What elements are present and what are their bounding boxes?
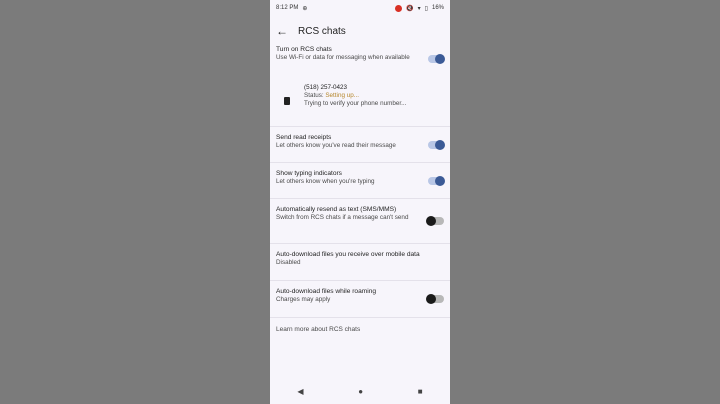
nav-recents-icon[interactable]: ■ — [418, 387, 423, 396]
rcs-toggle-row[interactable]: Turn on RCS chats Use Wi-Fi or data for … — [270, 46, 450, 78]
rcs-title: Turn on RCS chats — [276, 46, 332, 53]
typing-switch[interactable] — [428, 176, 445, 186]
phone-number-row: (518) 257-0423 Status: Setting up... Try… — [270, 84, 450, 126]
auto-download-roaming-row[interactable]: Auto-download files while roaming Charge… — [270, 281, 450, 317]
status-value: Setting up... — [325, 92, 359, 99]
learn-more-link[interactable]: Learn more — [276, 326, 309, 333]
rcs-subtitle: Use Wi-Fi or data for messaging when ava… — [276, 54, 410, 61]
status-label: Status: — [304, 92, 324, 99]
read-receipts-row[interactable]: Send read receipts Let others know you'v… — [270, 127, 450, 162]
battery-icon: ▯ — [424, 5, 428, 12]
recording-icon — [395, 4, 403, 12]
auto-download-mobile-row[interactable]: Auto-download files you receive over mob… — [270, 244, 450, 280]
resend-title: Automatically resend as text (SMS/MMS) — [276, 206, 397, 213]
page-title: RCS chats — [298, 25, 346, 37]
auto-download-mobile-title: Auto-download files you receive over mob… — [276, 251, 420, 258]
app-bar: ← RCS chats — [270, 16, 450, 46]
roaming-title: Auto-download files while roaming — [276, 288, 377, 295]
wifi-icon: ▾ — [417, 5, 421, 12]
sim-card-icon — [284, 97, 290, 105]
roaming-switch[interactable] — [426, 294, 444, 304]
resend-subtitle: Switch from RCS chats if a message can't… — [276, 214, 409, 221]
resend-switch[interactable] — [426, 216, 444, 226]
phone-screen: 8:12 PM ⊕ 🔇 ▾ ▯ 16% ← RCS chats Turn on … — [270, 0, 450, 404]
rcs-switch[interactable] — [428, 54, 445, 64]
verify-note: Trying to verify your phone number... — [304, 100, 407, 107]
roaming-subtitle: Charges may apply — [276, 296, 331, 303]
status-time: 8:12 PM — [276, 5, 299, 11]
read-receipts-switch[interactable] — [428, 140, 445, 150]
system-nav-bar: ◀ ● ■ — [270, 378, 450, 404]
typing-title: Show typing indicators — [276, 170, 342, 177]
learn-more-text: about RCS chats — [311, 326, 361, 333]
status-bar: 8:12 PM ⊕ 🔇 ▾ ▯ 16% — [270, 0, 450, 16]
typing-indicators-row[interactable]: Show typing indicators Let others know w… — [270, 163, 450, 198]
location-icon: ⊕ — [302, 5, 308, 12]
typing-subtitle: Let others know when you're typing — [276, 178, 375, 185]
mute-icon: 🔇 — [406, 5, 414, 12]
auto-resend-row[interactable]: Automatically resend as text (SMS/MMS) S… — [270, 199, 450, 243]
nav-back-icon[interactable]: ◀ — [297, 387, 303, 396]
battery-percent: 16% — [431, 5, 444, 11]
nav-home-icon[interactable]: ● — [358, 387, 363, 396]
auto-download-mobile-subtitle: Disabled — [276, 259, 301, 266]
read-receipts-subtitle: Let others know you've read their messag… — [276, 142, 396, 149]
back-arrow-icon[interactable]: ← — [276, 24, 288, 38]
learn-more-row: Learn more about RCS chats — [270, 318, 450, 334]
phone-number: (518) 257-0423 — [304, 84, 348, 91]
read-receipts-title: Send read receipts — [276, 134, 332, 141]
